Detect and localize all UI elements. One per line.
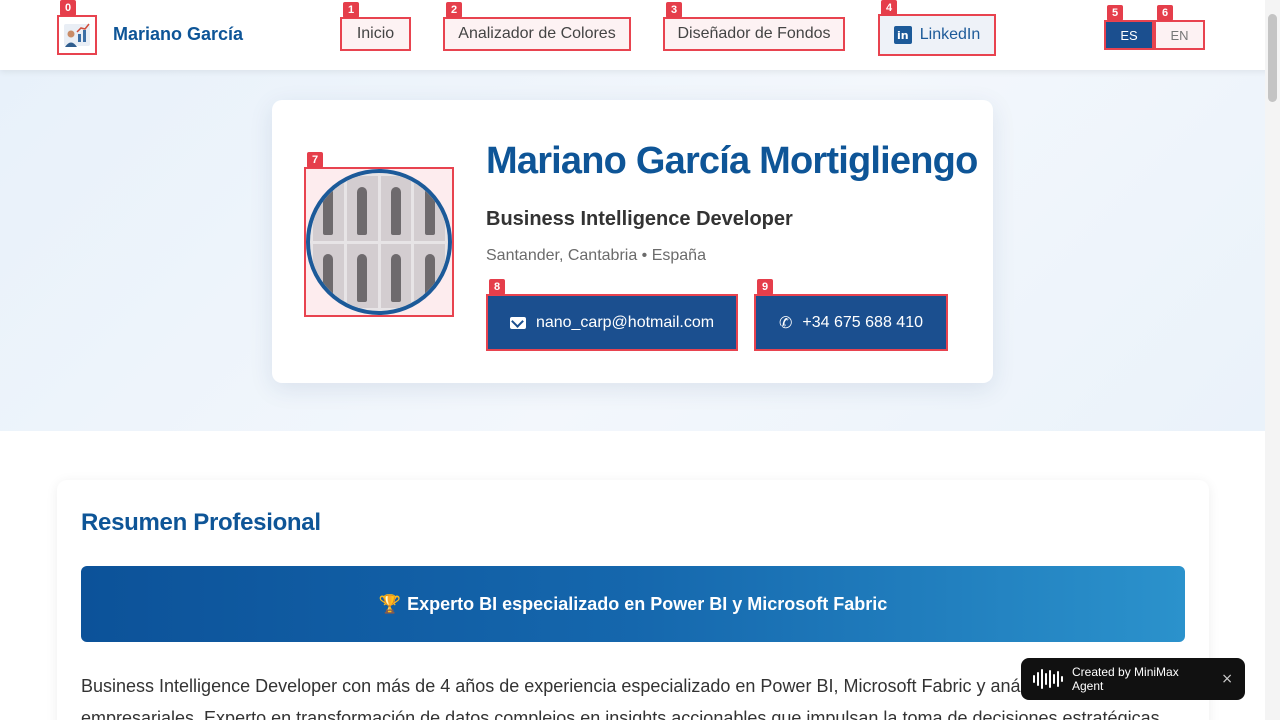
nav-disenador-fondos[interactable]: Diseñador de Fondos xyxy=(663,17,845,51)
phone-icon: ✆ xyxy=(779,313,793,332)
close-icon[interactable]: × xyxy=(1221,671,1233,687)
minimax-toast: Created by MiniMax Agent × xyxy=(1021,658,1245,700)
marker-tag: 1 xyxy=(343,2,360,18)
waveform-icon xyxy=(1033,669,1063,689)
marker-tag: 5 xyxy=(1107,5,1124,21)
summary-title: Resumen Profesional xyxy=(81,509,321,536)
profile-role: Business Intelligence Developer xyxy=(486,208,793,230)
nav-linkedin[interactable]: in LinkedIn xyxy=(878,14,996,56)
summary-banner: 🏆 Experto BI especializado en Power BI y… xyxy=(81,566,1185,642)
profile-avatar xyxy=(306,169,452,315)
nav-analizador-colores[interactable]: Analizador de Colores xyxy=(443,17,631,51)
marker-tag: 2 xyxy=(446,2,463,18)
email-label: nano_carp@hotmail.com xyxy=(535,313,715,331)
mail-icon xyxy=(509,316,526,329)
logo-link[interactable] xyxy=(57,15,97,55)
profile-photo-frame[interactable] xyxy=(304,167,454,317)
marker-tag: 0 xyxy=(60,0,77,16)
marker-tag: 4 xyxy=(881,0,898,16)
nav-linkedin-label: LinkedIn xyxy=(919,26,981,43)
phone-button[interactable]: ✆ +34 675 688 410 xyxy=(754,294,948,351)
top-navbar: Mariano García Inicio Analizador de Colo… xyxy=(0,0,1280,70)
phone-label: +34 675 688 410 xyxy=(802,313,923,331)
marker-tag: 9 xyxy=(757,279,774,295)
marker-tag: 3 xyxy=(666,2,683,18)
lang-en-button[interactable]: EN xyxy=(1154,20,1205,50)
profile-location: Santander, Cantabria • España xyxy=(486,247,706,264)
summary-text: Business Intelligence Developer con más … xyxy=(81,676,1165,720)
nav-inicio[interactable]: Inicio xyxy=(340,17,411,51)
profile-name: Mariano García Mortigliengo xyxy=(486,140,978,182)
analytics-logo-icon xyxy=(64,23,90,47)
marker-tag: 7 xyxy=(307,152,324,168)
brand-name[interactable]: Mariano García xyxy=(113,24,243,45)
marker-tag: 8 xyxy=(489,279,506,295)
lang-es-button[interactable]: ES xyxy=(1104,20,1154,50)
toast-label: Created by MiniMax Agent xyxy=(1072,665,1179,693)
page-scrollbar[interactable] xyxy=(1265,0,1280,720)
scrollbar-thumb[interactable] xyxy=(1268,14,1277,102)
linkedin-icon: in xyxy=(893,26,912,44)
trophy-icon: 🏆 xyxy=(378,593,402,614)
marker-tag: 6 xyxy=(1157,5,1174,21)
summary-banner-text: Experto BI especializado en Power BI y M… xyxy=(407,593,888,614)
email-button[interactable]: nano_carp@hotmail.com xyxy=(486,294,738,351)
